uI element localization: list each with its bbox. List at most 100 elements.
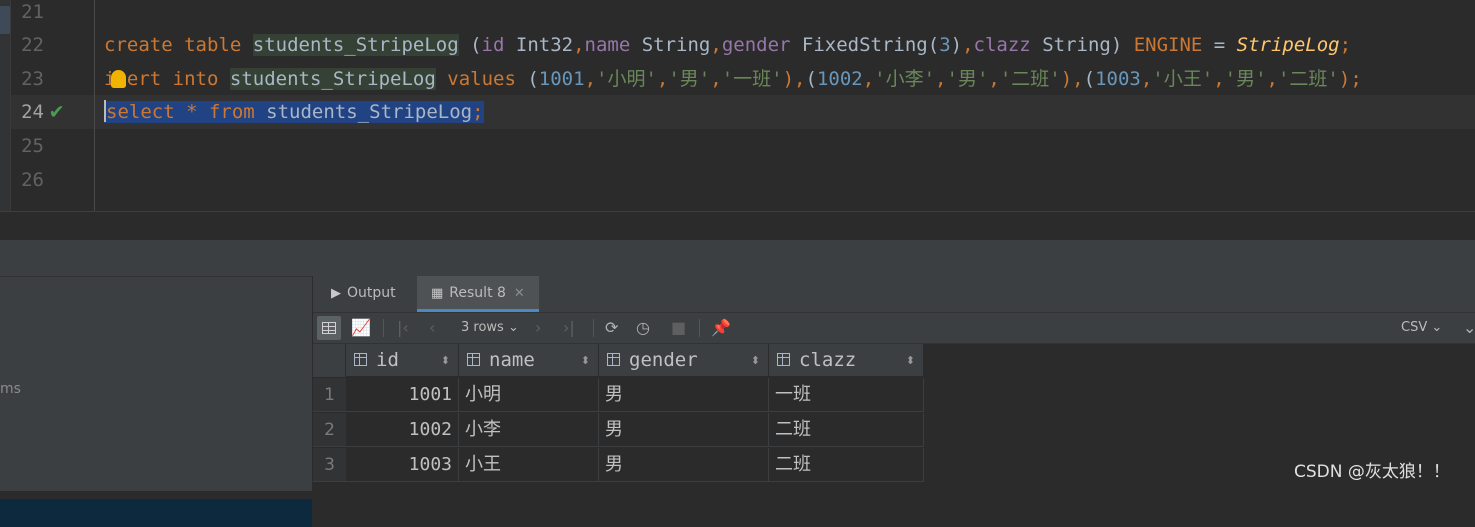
kw-create: create <box>104 34 173 56</box>
watermark: CSDN @灰太狼！！ <box>1294 462 1450 482</box>
history-icon[interactable]: ◷ <box>636 313 650 343</box>
cell-gender[interactable]: 男 <box>599 413 769 447</box>
cell-gender[interactable]: 男 <box>599 378 769 412</box>
close-icon[interactable]: ✕ <box>514 286 525 301</box>
services-tree[interactable]: ms <box>0 276 312 527</box>
editor-line-26[interactable]: 26 <box>0 163 1475 197</box>
code-line-insert[interactable]: isert into students_StripeLog values (10… <box>104 62 1362 96</box>
corner-cell[interactable] <box>313 344 346 377</box>
string: '小明' <box>596 68 657 90</box>
row-number[interactable]: 1 <box>313 378 346 412</box>
sort-icon[interactable]: ⬍ <box>906 344 915 377</box>
table-icon: ▦ <box>431 286 444 301</box>
editor-line-23[interactable]: 23 isert into students_StripeLog values … <box>0 62 1475 96</box>
last-page-icon[interactable]: ›| <box>563 313 575 343</box>
line-number: 21 <box>21 1 44 23</box>
type-string: String) <box>1030 34 1134 56</box>
refresh-icon[interactable]: ⟳ <box>605 313 618 343</box>
grid-icon <box>322 322 336 334</box>
col-gender: gender <box>721 34 791 56</box>
column-header-name[interactable]: name ⬍ <box>459 344 599 377</box>
lightbulb-icon[interactable] <box>111 70 127 88</box>
string: '小王' <box>1152 68 1214 90</box>
number: 1003 <box>1095 68 1141 90</box>
string: '男' <box>1224 68 1267 90</box>
punct: ), <box>782 68 806 90</box>
table-view-button[interactable] <box>317 316 341 340</box>
selected-tree-row[interactable] <box>0 499 312 527</box>
first-page-icon[interactable]: |‹ <box>397 313 409 343</box>
tab-label: Result 8 <box>449 285 506 301</box>
editor-line-25[interactable]: 25 <box>0 129 1475 163</box>
tab-output[interactable]: ▶ Output <box>331 276 396 311</box>
editor-scroll-area <box>0 211 1475 242</box>
column-title: id <box>376 349 399 371</box>
console-icon: ▶ <box>331 286 341 301</box>
semicolon: ; <box>1339 34 1352 56</box>
comma: , <box>710 34 722 56</box>
rows-selector[interactable]: 3 rows ⌄ <box>461 313 519 343</box>
column-header-id[interactable]: id ⬍ <box>346 344 459 377</box>
tree-item-label[interactable]: ms <box>0 381 21 397</box>
export-format-dropdown[interactable]: CSV ⌄ <box>1401 313 1442 343</box>
code-line-create[interactable]: create table students_StripeLog (id Int3… <box>104 28 1351 62</box>
operator: * <box>174 101 209 123</box>
kw-table: table <box>184 34 242 56</box>
code-line-select[interactable]: select * from students_StripeLog; <box>104 95 484 129</box>
previous-page-icon[interactable]: ‹ <box>429 313 435 343</box>
comma: , <box>573 34 585 56</box>
editor-line-21[interactable]: 21 <box>0 0 1475 29</box>
sort-icon[interactable]: ⬍ <box>581 344 590 377</box>
column-icon <box>607 353 620 366</box>
cell-name[interactable]: 小李 <box>459 413 599 447</box>
table-name: students_StripeLog <box>254 101 473 123</box>
line-number: 26 <box>21 169 44 191</box>
cell-id[interactable]: 1002 <box>346 413 459 447</box>
kw-from: from <box>208 101 255 123</box>
editor-line-22[interactable]: 22 create table students_StripeLog (id I… <box>0 28 1475 62</box>
rows-count: 3 rows <box>461 320 504 335</box>
column-title: gender <box>629 349 698 371</box>
cell-clazz[interactable]: 一班 <box>769 378 924 412</box>
type-int32: Int32 <box>504 34 574 56</box>
type-fixedstring: FixedString( <box>790 34 940 56</box>
cell-id[interactable]: 1001 <box>346 378 459 412</box>
editor-line-24[interactable]: 24 ✔ select * from students_StripeLog; <box>0 95 1475 129</box>
string: '一班' <box>721 68 783 90</box>
cell-clazz[interactable]: 二班 <box>769 413 924 447</box>
cell-gender[interactable]: 男 <box>599 448 769 482</box>
punct: ), <box>1060 68 1084 90</box>
cell-name[interactable]: 小王 <box>459 448 599 482</box>
column-header-clazz[interactable]: clazz ⬍ <box>769 344 924 377</box>
toolbar-separator <box>383 319 384 337</box>
cell-id[interactable]: 1003 <box>346 448 459 482</box>
checkmark-icon: ✔ <box>50 99 64 124</box>
cell-clazz[interactable]: 二班 <box>769 448 924 482</box>
kw-engine: ENGINE <box>1133 34 1203 56</box>
selected-text[interactable]: select * from students_StripeLog; <box>104 100 484 123</box>
number: 3 <box>939 34 951 56</box>
column-icon <box>777 353 790 366</box>
tab-label: Output <box>347 285 396 301</box>
chart-view-icon[interactable]: 📈 <box>351 313 371 343</box>
column-header-gender[interactable]: gender ⬍ <box>599 344 769 377</box>
stop-icon[interactable]: ■ <box>671 313 686 343</box>
sort-icon[interactable]: ⬍ <box>441 344 450 377</box>
tab-result-8[interactable]: ▦ Result 8 ✕ <box>417 276 539 312</box>
download-icon[interactable]: ⌄ <box>1463 313 1475 343</box>
kw-into: into <box>172 68 219 90</box>
kw-values: values <box>447 68 516 90</box>
row-number[interactable]: 3 <box>313 448 346 482</box>
string: '男' <box>946 68 989 90</box>
row-number[interactable]: 2 <box>313 413 346 447</box>
pin-icon[interactable]: 📌 <box>711 313 731 343</box>
punct: ( <box>458 34 482 56</box>
sort-icon[interactable]: ⬍ <box>751 344 760 377</box>
type-string: String <box>630 34 711 56</box>
string: '小李' <box>874 68 936 90</box>
services-panel: ms ▶ Output ▦ Result 8 ✕ 📈 |‹ ‹ 3 rows ⌄ › … <box>0 240 1475 527</box>
next-page-icon[interactable]: › <box>535 313 541 343</box>
sql-editor[interactable]: 21 22 create table students_StripeLog (i… <box>0 0 1475 212</box>
cell-name[interactable]: 小明 <box>459 378 599 412</box>
line-number: 25 <box>21 135 44 157</box>
